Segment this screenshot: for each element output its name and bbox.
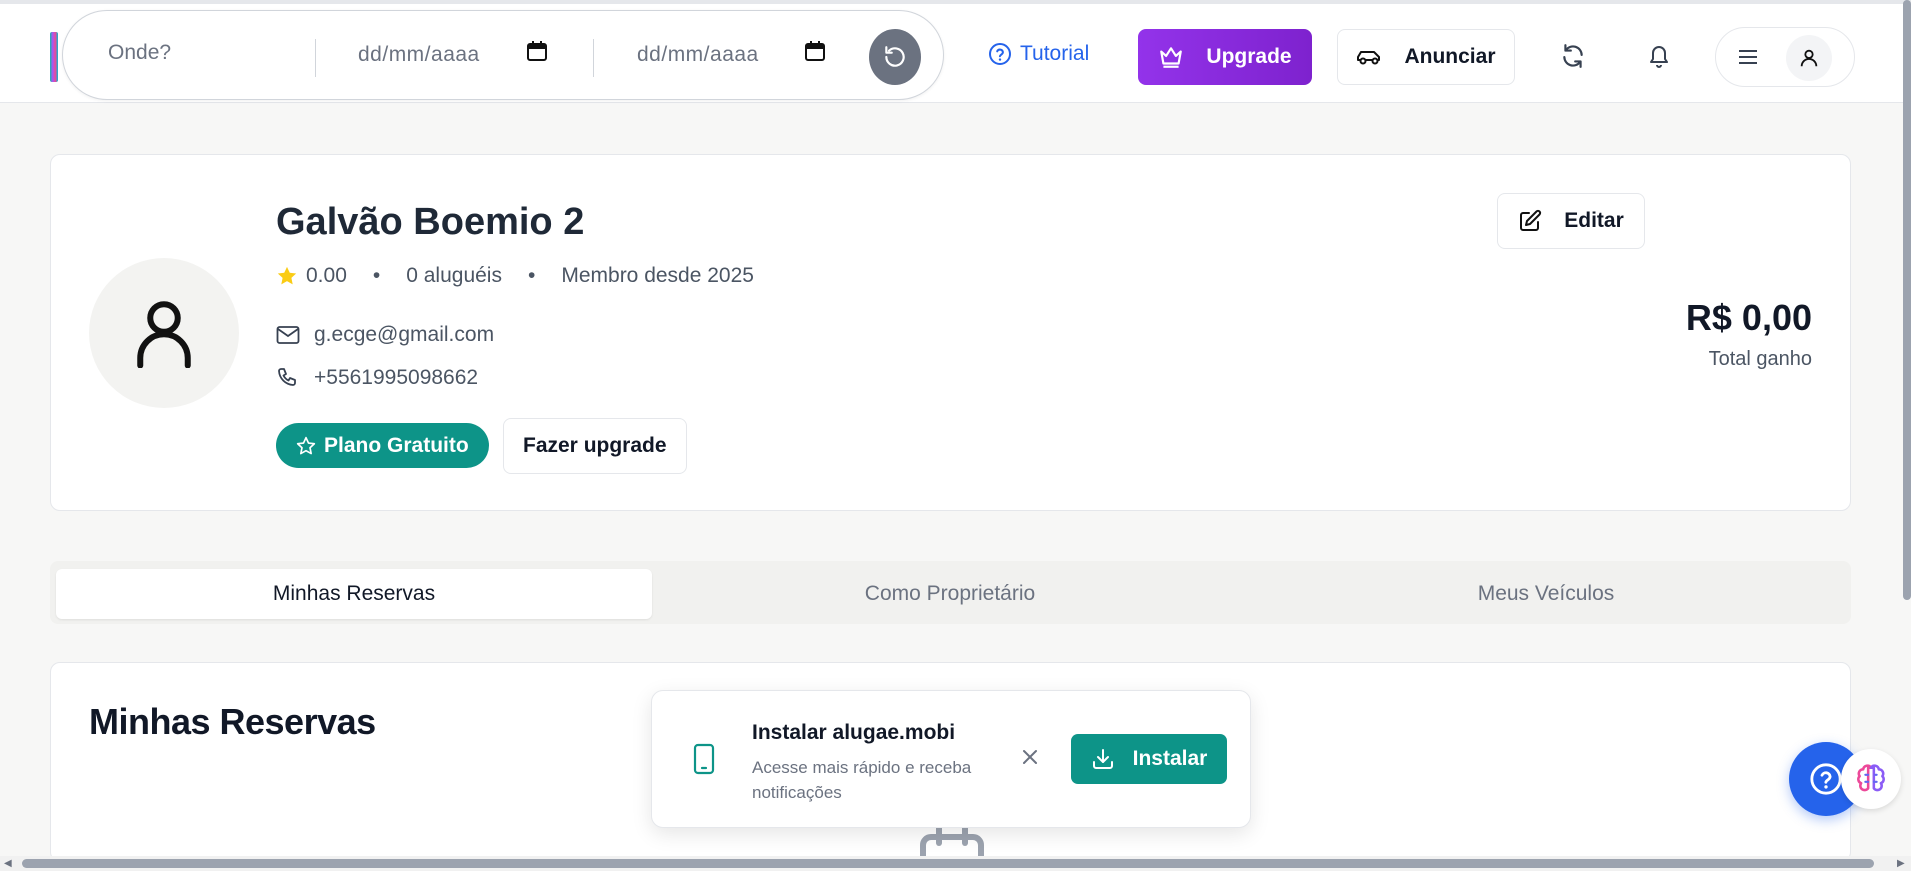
refresh-icon	[1563, 44, 1583, 68]
tutorial-label: Tutorial	[1020, 42, 1090, 65]
anunciar-label: Anunciar	[1404, 45, 1496, 68]
refresh-button[interactable]	[1559, 42, 1587, 70]
install-toast-title: Instalar alugae.mobi	[752, 721, 956, 744]
bell-icon	[1650, 46, 1668, 68]
star-icon	[277, 266, 297, 285]
profile-name: Galvão Boemio 2	[276, 201, 585, 243]
total-earned-label: Total ganho	[1708, 348, 1812, 370]
avatar	[1786, 35, 1832, 81]
profile-stats: 0.00 • 0 aluguéis • Membro desde 2025	[276, 264, 754, 288]
install-app-toast: Instalar alugae.mobi Acesse mais rápido …	[651, 690, 1251, 828]
divider	[315, 39, 316, 77]
install-button[interactable]: Instalar	[1071, 734, 1227, 784]
anunciar-button[interactable]: Anunciar	[1337, 29, 1515, 85]
install-toast-subtitle: Acesse mais rápido e receba notificações	[752, 758, 972, 802]
car-icon	[1357, 51, 1381, 65]
search-bar: Onde? dd/mm/aaaa dd/mm/aaaa	[62, 10, 944, 100]
top-header: Onde? dd/mm/aaaa dd/mm/aaaa Tutorial Upg…	[0, 4, 1911, 103]
start-date-input[interactable]: dd/mm/aaaa	[358, 43, 480, 67]
user-icon	[1800, 49, 1818, 67]
email-row: g.ecge@gmail.com	[276, 323, 494, 347]
mail-icon	[276, 326, 300, 344]
upgrade-label: Upgrade	[1206, 45, 1292, 68]
close-icon[interactable]	[1020, 747, 1040, 767]
profile-card: Galvão Boemio 2 0.00 • 0 aluguéis • Memb…	[50, 154, 1851, 511]
ai-assistant-button[interactable]	[1841, 749, 1901, 809]
scroll-right-arrow[interactable]: ▶	[1897, 858, 1905, 869]
tutorial-link[interactable]: Tutorial	[988, 42, 1089, 66]
phone-row: +5561995098662	[276, 366, 478, 390]
separator-dot: •	[372, 264, 381, 287]
fazer-upgrade-button[interactable]: Fazer upgrade	[503, 418, 687, 474]
divider	[593, 39, 594, 77]
member-since: Membro desde 2025	[561, 264, 754, 287]
plan-badge: Plano Gratuito	[276, 423, 489, 468]
tab-meus-veiculos[interactable]: Meus Veículos	[1248, 569, 1844, 619]
tab-como-proprietario[interactable]: Como Proprietário	[652, 569, 1248, 619]
edit-icon	[1520, 209, 1542, 231]
total-earned-amount: R$ 0,00	[1685, 297, 1812, 338]
vertical-scrollbar[interactable]	[1903, 0, 1911, 600]
profile-email: g.ecge@gmail.com	[314, 323, 495, 346]
star-outline-icon	[296, 436, 316, 454]
crown-icon	[1160, 47, 1183, 68]
menu-icon	[1739, 50, 1757, 64]
profile-avatar	[89, 258, 239, 408]
help-circle-icon	[989, 43, 1011, 65]
end-date-input[interactable]: dd/mm/aaaa	[637, 43, 759, 67]
user-icon	[137, 301, 191, 368]
calendar-icon[interactable]	[803, 39, 827, 63]
brain-icon	[1857, 764, 1885, 792]
profile-tabs: Minhas Reservas Como Proprietário Meus V…	[50, 561, 1851, 624]
upgrade-button[interactable]: Upgrade	[1138, 29, 1312, 85]
install-label: Instalar	[1132, 747, 1208, 770]
profile-phone: +5561995098662	[314, 366, 479, 389]
rentals-count: 0 aluguéis	[406, 264, 502, 287]
rating-value: 0.00	[306, 264, 347, 287]
plan-label: Plano Gratuito	[324, 433, 469, 457]
logo[interactable]	[50, 32, 58, 82]
calendar-icon[interactable]	[525, 39, 549, 63]
where-input[interactable]: Onde?	[108, 41, 171, 65]
reset-search-button[interactable]	[869, 29, 921, 85]
tab-minhas-reservas[interactable]: Minhas Reservas	[56, 569, 652, 619]
edit-label: Editar	[1564, 209, 1624, 232]
smartphone-icon	[693, 743, 715, 775]
separator-dot: •	[527, 264, 536, 287]
horizontal-scrollbar[interactable]	[22, 859, 1874, 868]
reset-icon	[885, 46, 905, 67]
notifications-button[interactable]	[1645, 42, 1673, 70]
download-icon	[1092, 749, 1113, 769]
user-menu-button[interactable]	[1715, 27, 1855, 87]
scroll-left-arrow[interactable]: ◀	[4, 858, 12, 869]
reservations-title: Minhas Reservas	[89, 701, 376, 742]
phone-icon	[278, 368, 296, 386]
edit-profile-button[interactable]: Editar	[1497, 193, 1645, 249]
help-circle-icon	[1810, 763, 1842, 795]
